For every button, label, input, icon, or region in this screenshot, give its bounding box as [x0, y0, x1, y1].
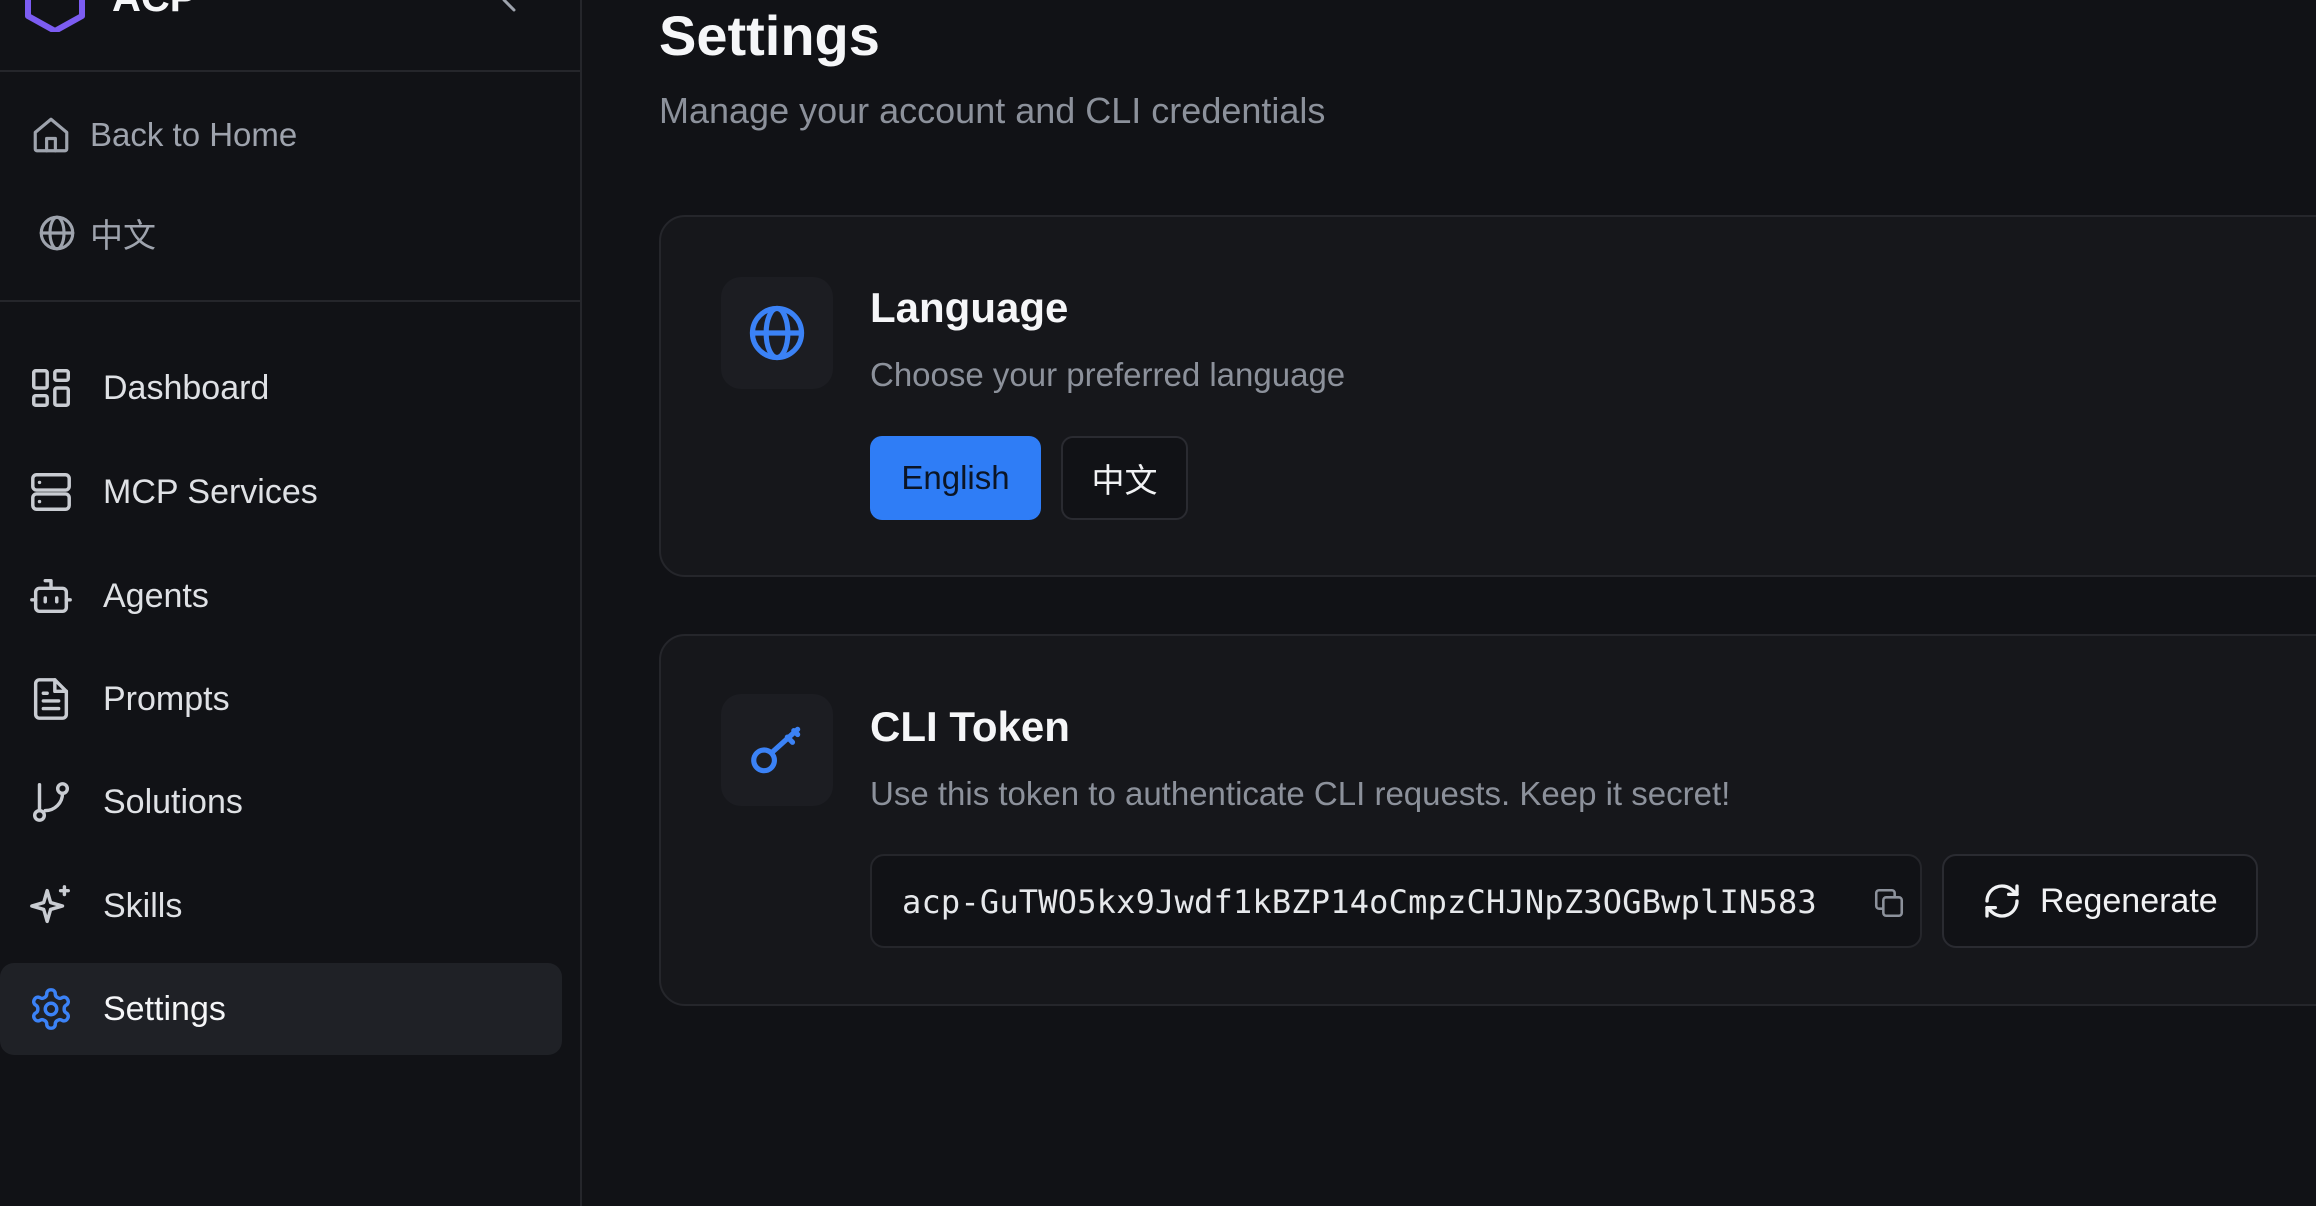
sidebar-item-label: Skills [103, 886, 183, 925]
logo-icon [25, 0, 85, 32]
utility-links: Back to Home 中文 [0, 72, 580, 302]
bot-icon [30, 578, 72, 614]
sidebar-item-dashboard[interactable]: Dashboard [0, 342, 562, 434]
dashboard-icon [32, 369, 70, 407]
copy-icon[interactable] [1872, 886, 1906, 920]
cli-token-card: CLI Token Use this token to authenticate… [659, 634, 2316, 1006]
sidebar-item-label: Solutions [103, 782, 243, 821]
regenerate-button[interactable]: Regenerate [1942, 854, 2258, 948]
brand-header: ACP [0, 0, 580, 72]
language-card-title: Language [870, 284, 1069, 331]
chevron-left-icon[interactable] [494, 0, 524, 16]
back-to-home-link[interactable]: Back to Home [30, 105, 297, 165]
gear-icon [32, 988, 70, 1030]
sidebar-item-settings[interactable]: Settings [0, 963, 562, 1055]
sidebar-item-label: MCP Services [103, 472, 318, 511]
home-icon [33, 117, 69, 153]
language-switch-label: 中文 [90, 217, 156, 254]
file-text-icon [33, 678, 69, 720]
language-card: Language Choose your preferred language … [659, 215, 2316, 577]
cli-token-card-description: Use this token to authenticate CLI reque… [870, 775, 1731, 812]
brand-name: ACP [112, 0, 196, 18]
page-title: Settings [659, 4, 880, 67]
language-card-icon [721, 277, 833, 389]
globe-icon [39, 215, 75, 251]
sidebar-item-label: Prompts [103, 679, 230, 718]
regenerate-label: Regenerate [2040, 881, 2218, 920]
sidebar: ACP Back to Home 中文 [0, 0, 582, 1206]
git-branch-icon [32, 782, 70, 822]
sidebar-item-prompts[interactable]: Prompts [0, 653, 562, 745]
chinese-button[interactable]: 中文 [1061, 436, 1188, 520]
server-icon [31, 473, 71, 511]
cli-token-card-icon [721, 694, 833, 806]
language-switch-link[interactable]: 中文 [36, 203, 156, 263]
sidebar-item-label: Dashboard [103, 368, 270, 407]
key-icon [751, 726, 801, 774]
sidebar-item-skills[interactable]: Skills [0, 860, 562, 952]
refresh-icon [1985, 884, 2019, 918]
back-to-home-label: Back to Home [90, 116, 298, 153]
english-button[interactable]: English [870, 436, 1041, 520]
sparkles-icon [30, 885, 70, 924]
sidebar-item-agents[interactable]: Agents [0, 550, 562, 642]
cli-token-card-title: CLI Token [870, 703, 1070, 750]
page-subtitle: Manage your account and CLI credentials [659, 90, 1326, 131]
globe-icon [749, 305, 805, 361]
sidebar-item-label: Settings [103, 989, 226, 1028]
sidebar-item-mcp-services[interactable]: MCP Services [0, 446, 562, 538]
token-value: acp-GuTWO5kx9Jwdf1kBZP14oCmpzCHJNpZ3OGBw… [902, 883, 1817, 921]
sidebar-item-label: Agents [103, 576, 209, 615]
language-card-description: Choose your preferred language [870, 356, 1346, 393]
sidebar-item-solutions[interactable]: Solutions [0, 756, 562, 848]
token-field[interactable]: acp-GuTWO5kx9Jwdf1kBZP14oCmpzCHJNpZ3OGBw… [870, 854, 1922, 948]
